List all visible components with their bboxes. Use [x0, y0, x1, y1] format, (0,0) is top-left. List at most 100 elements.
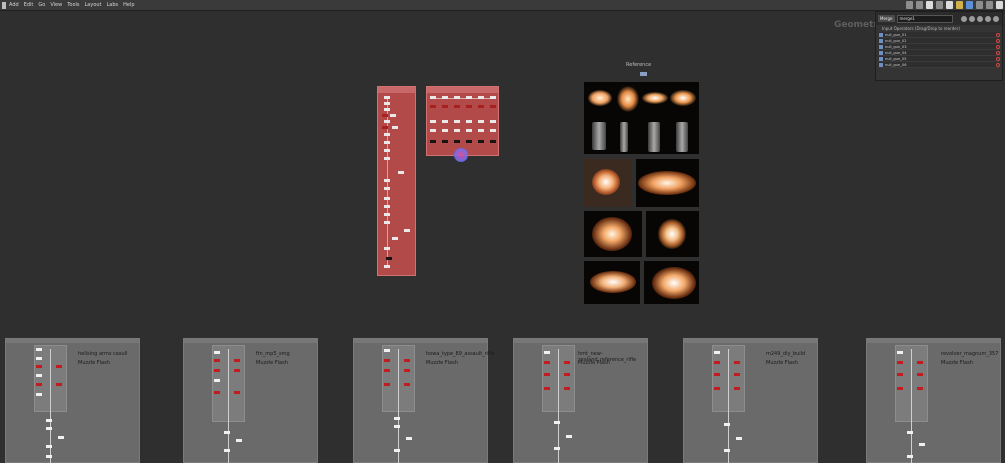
- node[interactable]: [478, 140, 484, 143]
- node[interactable]: [384, 205, 390, 208]
- node[interactable]: [384, 247, 390, 250]
- network-group-box[interactable]: hmt_new-zealand_reference_rifle Muzzle F…: [513, 338, 648, 463]
- node[interactable]: [454, 140, 460, 143]
- node[interactable]: [714, 373, 720, 376]
- node[interactable]: [454, 96, 460, 99]
- node[interactable]: [442, 96, 448, 99]
- node[interactable]: [430, 129, 436, 132]
- node[interactable]: [384, 133, 390, 136]
- group-title-bar[interactable]: [6, 339, 139, 343]
- network-box-title-bar[interactable]: [427, 87, 498, 93]
- network-group-box[interactable]: m249_diy_build Muzzle Flash: [683, 338, 818, 463]
- group-title-bar[interactable]: [867, 339, 1000, 343]
- remove-input-icon[interactable]: [996, 38, 1000, 43]
- node[interactable]: [386, 257, 392, 260]
- node[interactable]: [384, 383, 390, 386]
- node[interactable]: [478, 129, 484, 132]
- menu-help[interactable]: Help: [123, 0, 134, 11]
- node[interactable]: [384, 141, 390, 144]
- list-view-icon[interactable]: [936, 1, 943, 9]
- node[interactable]: [56, 365, 62, 368]
- node[interactable]: [46, 427, 52, 430]
- node[interactable]: [36, 374, 42, 377]
- node[interactable]: [917, 373, 923, 376]
- node[interactable]: [384, 265, 390, 268]
- drag-handle-icon[interactable]: [879, 50, 883, 55]
- node[interactable]: [566, 435, 572, 438]
- group-title-bar[interactable]: [684, 339, 817, 343]
- node[interactable]: [384, 369, 390, 372]
- node[interactable]: [490, 129, 496, 132]
- drag-handle-icon[interactable]: [879, 62, 883, 67]
- node[interactable]: [714, 351, 720, 354]
- node[interactable]: [454, 129, 460, 132]
- node[interactable]: [734, 373, 740, 376]
- node[interactable]: [442, 120, 448, 123]
- node[interactable]: [478, 120, 484, 123]
- node[interactable]: [384, 108, 390, 111]
- node[interactable]: [214, 369, 220, 372]
- search-icon[interactable]: [986, 1, 993, 9]
- group-title-bar[interactable]: [354, 339, 487, 343]
- node[interactable]: [714, 387, 720, 390]
- node[interactable]: [478, 96, 484, 99]
- help-icon[interactable]: [984, 15, 991, 22]
- node[interactable]: [442, 140, 448, 143]
- menu-labs[interactable]: Labs: [107, 0, 119, 11]
- node[interactable]: [544, 351, 550, 354]
- node[interactable]: [234, 359, 240, 362]
- grid-view-icon[interactable]: [946, 1, 953, 9]
- menu-edit[interactable]: Edit: [24, 0, 34, 11]
- node[interactable]: [384, 187, 390, 190]
- node[interactable]: [36, 393, 42, 396]
- network-box-tall[interactable]: [377, 86, 416, 276]
- node[interactable]: [490, 120, 496, 123]
- node[interactable]: [214, 359, 220, 362]
- node[interactable]: [46, 455, 52, 458]
- node[interactable]: [384, 221, 390, 224]
- node[interactable]: [544, 361, 550, 364]
- zoom-icon[interactable]: [976, 15, 983, 22]
- node[interactable]: [234, 391, 240, 394]
- sticky-note-icon[interactable]: [956, 1, 963, 9]
- node[interactable]: [384, 157, 390, 160]
- network-group-box[interactable]: howa_type_89_assault_rifle Muzzle Flash: [353, 338, 494, 463]
- node[interactable]: [897, 351, 903, 354]
- node[interactable]: [564, 373, 570, 376]
- gear-icon[interactable]: [960, 15, 967, 22]
- group-title-bar[interactable]: [184, 339, 317, 343]
- node[interactable]: [897, 387, 903, 390]
- node[interactable]: [214, 351, 220, 354]
- node[interactable]: [36, 365, 42, 368]
- node[interactable]: [224, 449, 230, 452]
- node[interactable]: [564, 387, 570, 390]
- node[interactable]: [454, 120, 460, 123]
- node[interactable]: [384, 120, 390, 123]
- node[interactable]: [384, 349, 390, 352]
- node[interactable]: [430, 105, 436, 108]
- node[interactable]: [736, 437, 742, 440]
- node[interactable]: [404, 229, 410, 232]
- node[interactable]: [404, 383, 410, 386]
- node[interactable]: [384, 96, 390, 99]
- node[interactable]: [917, 387, 923, 390]
- node[interactable]: [917, 361, 923, 364]
- remove-input-icon[interactable]: [996, 56, 1000, 61]
- node[interactable]: [390, 114, 396, 117]
- node[interactable]: [554, 447, 560, 450]
- node[interactable]: [46, 419, 52, 422]
- node[interactable]: [466, 120, 472, 123]
- drag-handle-icon[interactable]: [879, 38, 883, 43]
- menu-layout[interactable]: Layout: [85, 0, 102, 11]
- node[interactable]: [406, 437, 412, 440]
- node[interactable]: [36, 357, 42, 360]
- node[interactable]: [214, 379, 220, 382]
- node[interactable]: [544, 373, 550, 376]
- drag-handle-icon[interactable]: [879, 56, 883, 61]
- node[interactable]: [724, 449, 730, 452]
- node[interactable]: [394, 449, 400, 452]
- wire-tool-icon[interactable]: [926, 1, 933, 9]
- node[interactable]: [442, 105, 448, 108]
- remove-input-icon[interactable]: [996, 50, 1000, 55]
- node[interactable]: [724, 423, 730, 426]
